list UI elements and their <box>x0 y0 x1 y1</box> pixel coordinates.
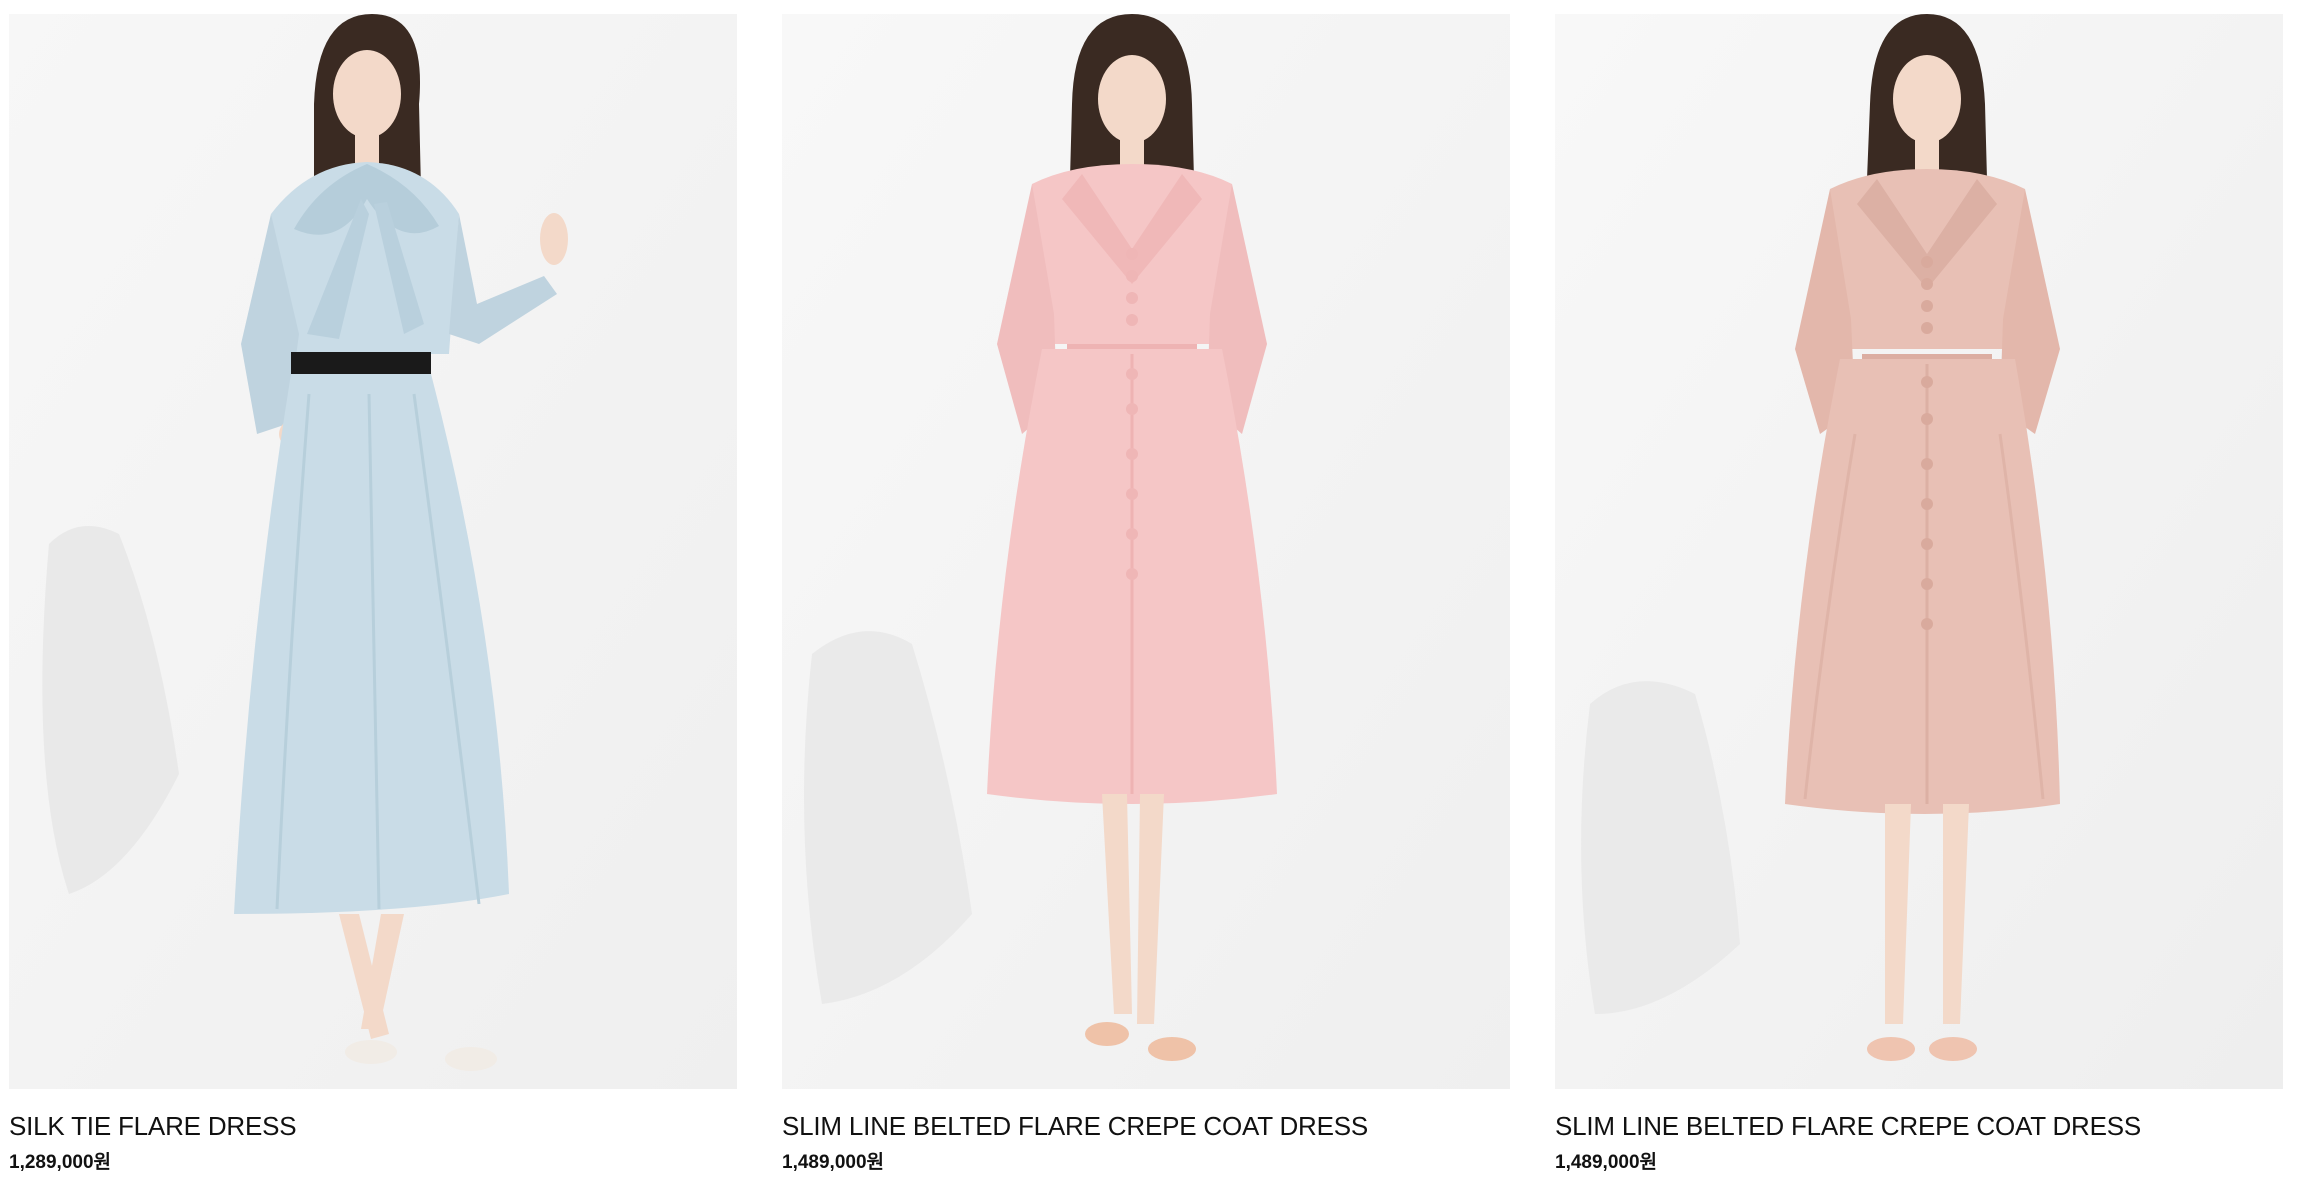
product-name[interactable]: SILK TIE FLARE DRESS <box>9 1111 737 1141</box>
product-price: 1,489,000원 <box>782 1152 885 1173</box>
product-image[interactable] <box>1555 14 2283 1089</box>
product-image[interactable] <box>782 14 1510 1089</box>
product-price: 1,289,000원 <box>9 1152 112 1173</box>
product-grid: SILK TIE FLARE DRESS 1,289,000원 SLIM LIN… <box>0 0 2306 1182</box>
product-name[interactable]: SLIM LINE BELTED FLARE CREPE COAT DRESS <box>1555 1111 2283 1141</box>
product-card[interactable]: SILK TIE FLARE DRESS 1,289,000원 <box>9 14 737 1175</box>
product-price: 1,489,000원 <box>1555 1152 1658 1173</box>
product-card[interactable]: SLIM LINE BELTED FLARE CREPE COAT DRESS … <box>782 14 1510 1175</box>
product-card[interactable]: SLIM LINE BELTED FLARE CREPE COAT DRESS … <box>1555 14 2283 1175</box>
product-name[interactable]: SLIM LINE BELTED FLARE CREPE COAT DRESS <box>782 1111 1510 1141</box>
product-image[interactable] <box>9 14 737 1089</box>
